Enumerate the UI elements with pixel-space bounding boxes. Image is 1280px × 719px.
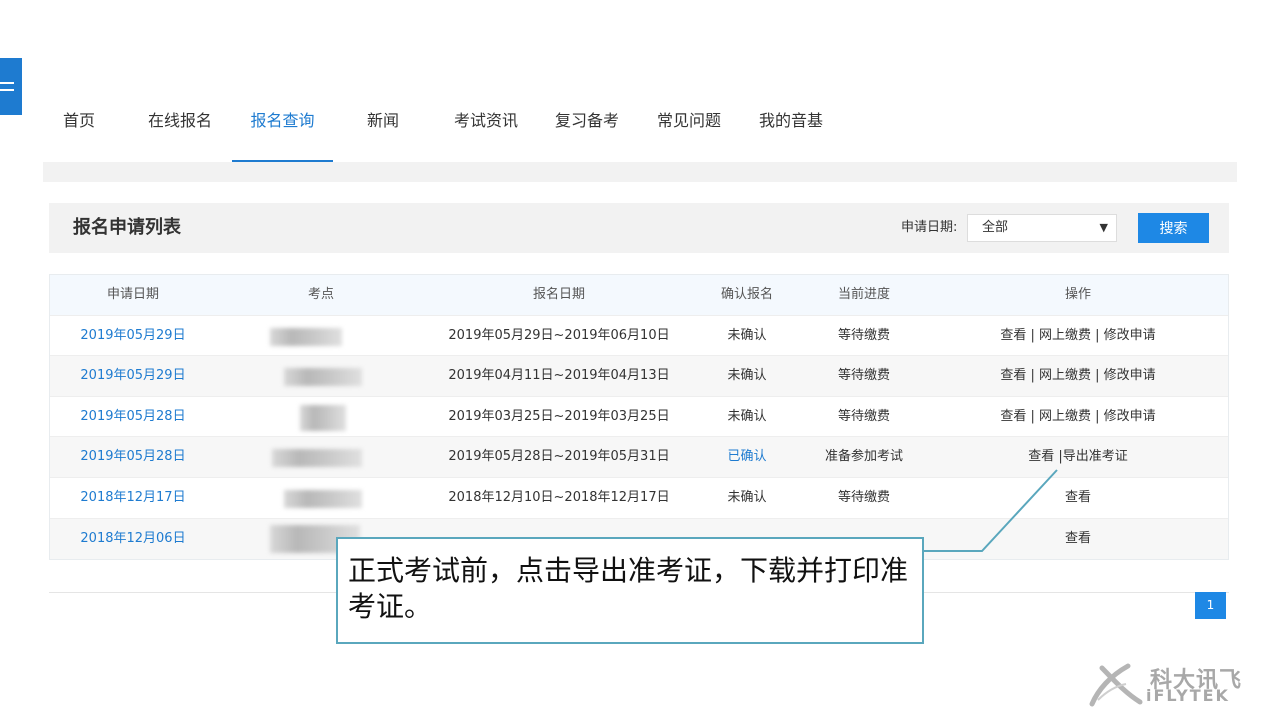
apply-date-link[interactable]: 2019年05月28日: [50, 437, 216, 477]
callout-text: 正式考试前，点击导出准考证，下载并打印准考证。: [348, 554, 909, 623]
header-confirm: 确认报名: [720, 287, 773, 302]
callout-box: 正式考试前，点击导出准考证，下载并打印准考证。: [336, 537, 924, 644]
header-progress: 当前进度: [837, 287, 890, 302]
progress-status: 等待缴费: [837, 408, 890, 424]
confirm-status: 已确认: [727, 449, 767, 465]
table-row: 2019年05月29日 2019年04月11日~2019年04月13日 未确认 …: [50, 356, 1228, 397]
progress-status: 等待缴费: [837, 327, 890, 343]
nav-item-review[interactable]: 复习备考: [555, 100, 619, 162]
list-header: 报名申请列表 申请日期: 全部 ▼ 搜索: [49, 203, 1229, 253]
row-actions[interactable]: 查看 |导出准考证: [926, 437, 1230, 477]
registration-period: 2019年04月11日~2019年04月13日: [448, 368, 670, 384]
nav-divider-band: [43, 162, 1237, 182]
header-exam-site: 考点: [307, 287, 334, 302]
header-registration-period: 报名日期: [532, 287, 585, 302]
registration-period: 2019年05月29日~2019年06月10日: [448, 327, 670, 343]
nav-item-news[interactable]: 新闻: [367, 100, 399, 162]
header-apply-date: 申请日期: [106, 287, 159, 302]
apply-date-link[interactable]: 2018年12月17日: [50, 478, 216, 518]
apply-date-link[interactable]: 2018年12月06日: [50, 519, 216, 560]
row-actions[interactable]: 查看 | 网上缴费 | 修改申请: [926, 356, 1230, 396]
page-1-button[interactable]: 1: [1195, 592, 1226, 619]
progress-status: 准备参加考试: [824, 449, 903, 465]
progress-status: 等待缴费: [837, 489, 890, 505]
row-actions[interactable]: 查看 | 网上缴费 | 修改申请: [926, 316, 1230, 356]
nav-item-faq[interactable]: 常见问题: [657, 100, 721, 162]
apply-date-link[interactable]: 2019年05月29日: [50, 356, 216, 396]
menu-toggle-button[interactable]: [0, 58, 22, 115]
nav-item-my-account[interactable]: 我的音基: [759, 100, 823, 162]
nav-item-registration-query[interactable]: 报名查询: [232, 100, 333, 162]
table-row: 2019年05月28日 2019年03月25日~2019年03月25日 未确认 …: [50, 397, 1228, 438]
list-title: 报名申请列表: [73, 217, 181, 238]
iflytek-logo: 科大讯飞 iFLYTEK: [1088, 660, 1258, 710]
confirm-status: 未确认: [727, 408, 767, 424]
menu-icon: [0, 82, 14, 84]
table-row: 2018年12月17日 2018年12月10日~2018年12月17日 未确认 …: [50, 478, 1228, 519]
registration-period: 2019年03月25日~2019年03月25日: [448, 408, 670, 424]
confirm-status: 未确认: [727, 368, 767, 384]
confirm-status: 未确认: [727, 327, 767, 343]
nav-item-home[interactable]: 首页: [63, 100, 95, 162]
row-actions[interactable]: 查看 | 网上缴费 | 修改申请: [926, 397, 1230, 437]
registration-period: 2019年05月28日~2019年05月31日: [448, 449, 670, 465]
filter-label: 申请日期:: [901, 220, 958, 235]
row-actions[interactable]: 查看: [926, 519, 1230, 560]
exam-site-redacted: [216, 437, 426, 477]
exam-site-redacted: [216, 397, 426, 437]
date-filter-select[interactable]: 全部 ▼: [967, 214, 1117, 242]
search-button[interactable]: 搜索: [1138, 213, 1209, 243]
row-actions[interactable]: 查看: [926, 478, 1230, 518]
table-header-row: 申请日期 考点 报名日期 确认报名 当前进度 操作: [50, 275, 1228, 316]
exam-site-redacted: [216, 356, 426, 396]
table-row: 2019年05月28日 2019年05月28日~2019年05月31日 已确认 …: [50, 437, 1228, 478]
registration-period: 2018年12月10日~2018年12月17日: [448, 489, 670, 505]
top-nav: 首页 在线报名 报名查询 新闻 考试资讯 复习备考 常见问题 我的音基: [43, 100, 1237, 162]
registration-table: 申请日期 考点 报名日期 确认报名 当前进度 操作 2019年05月29日 20…: [49, 274, 1230, 561]
apply-date-link[interactable]: 2019年05月28日: [50, 397, 216, 437]
apply-date-link[interactable]: 2019年05月29日: [50, 316, 216, 356]
table-row: 2019年05月29日 2019年05月29日~2019年06月10日 未确认 …: [50, 316, 1228, 357]
confirm-status: 未确认: [727, 489, 767, 505]
exam-site-redacted: [216, 478, 426, 518]
exam-site-redacted: [216, 316, 426, 356]
nav-item-exam-info[interactable]: 考试资讯: [454, 100, 518, 162]
caret-down-icon: ▼: [1099, 221, 1108, 234]
progress-status: 等待缴费: [837, 368, 890, 384]
logo-text-en: iFLYTEK: [1146, 686, 1230, 705]
header-actions: 操作: [1064, 287, 1091, 302]
iflytek-logo-mark-icon: [1089, 663, 1143, 707]
date-filter-value: 全部: [982, 220, 1009, 235]
nav-item-online-register[interactable]: 在线报名: [148, 100, 212, 162]
